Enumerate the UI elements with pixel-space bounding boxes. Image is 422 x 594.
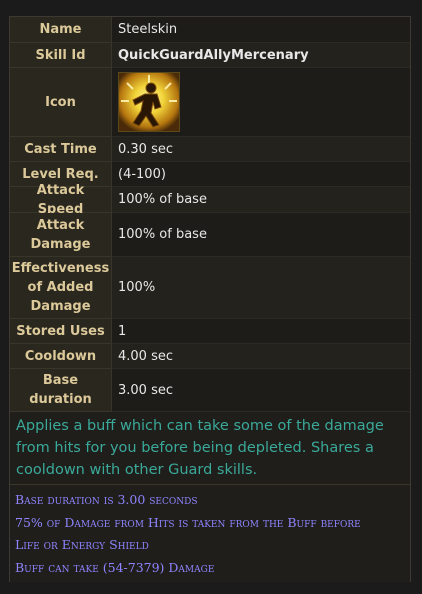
attack-speed-value: 100% of base xyxy=(111,187,410,213)
effectiveness-value: 100% xyxy=(111,257,410,319)
steelskin-skill-icon xyxy=(118,72,180,132)
row-label: Name xyxy=(10,17,111,43)
row-label: Effectiveness of Added Damage xyxy=(10,257,111,319)
row-label: Cooldown xyxy=(10,344,111,369)
base-duration-value: 3.00 sec xyxy=(111,369,410,412)
row-stored-uses: Stored Uses 1 xyxy=(10,319,410,344)
stat-line: Base duration is 3.00 seconds xyxy=(15,492,198,507)
row-label: Stored Uses xyxy=(10,319,111,344)
skill-id: QuickGuardAllyMercenary xyxy=(111,43,410,68)
row-icon: Icon xyxy=(10,68,410,137)
row-name: Name Steelskin xyxy=(10,17,410,43)
row-label: Skill Id xyxy=(10,43,111,68)
row-label: Attack Speed xyxy=(10,183,111,217)
row-attack-speed: Attack Speed 100% of base xyxy=(10,183,410,217)
skill-stats: Base duration is 3.00 seconds 75% of Dam… xyxy=(10,486,410,582)
row-cooldown: Cooldown 4.00 sec xyxy=(10,344,410,369)
row-label: Icon xyxy=(10,68,111,137)
stat-line: Buff can take (54-7379) Damage xyxy=(15,559,215,575)
stored-uses-value: 1 xyxy=(111,319,410,344)
row-cast-time: Cast Time 0.30 sec xyxy=(10,137,410,162)
row-label: Attack Damage xyxy=(10,213,111,257)
steelskin-icon xyxy=(119,73,179,131)
row-effectiveness: Effectiveness of Added Damage 100% xyxy=(10,257,410,319)
row-attack-damage: Attack Damage 100% of base xyxy=(10,213,410,257)
level-req-value: (4-100) xyxy=(111,162,410,187)
stat-line: Life or Energy Shield xyxy=(15,537,149,552)
skill-info-card: Name Steelskin Skill Id QuickGuardAllyMe… xyxy=(9,16,411,582)
stat-line: 75% of Damage from Hits is taken from th… xyxy=(15,514,361,530)
icon-cell xyxy=(111,68,410,137)
attack-damage-value: 100% of base xyxy=(111,213,410,257)
cast-time-value: 0.30 sec xyxy=(111,137,410,162)
row-label: Cast Time xyxy=(10,137,111,162)
row-skill-id: Skill Id QuickGuardAllyMercenary xyxy=(10,43,410,68)
skill-name: Steelskin xyxy=(111,17,410,43)
cooldown-value: 4.00 sec xyxy=(111,344,410,369)
row-label: Base duration xyxy=(10,369,111,412)
row-base-duration: Base duration 3.00 sec xyxy=(10,369,410,412)
skill-description: Applies a buff which can take some of th… xyxy=(10,412,410,485)
